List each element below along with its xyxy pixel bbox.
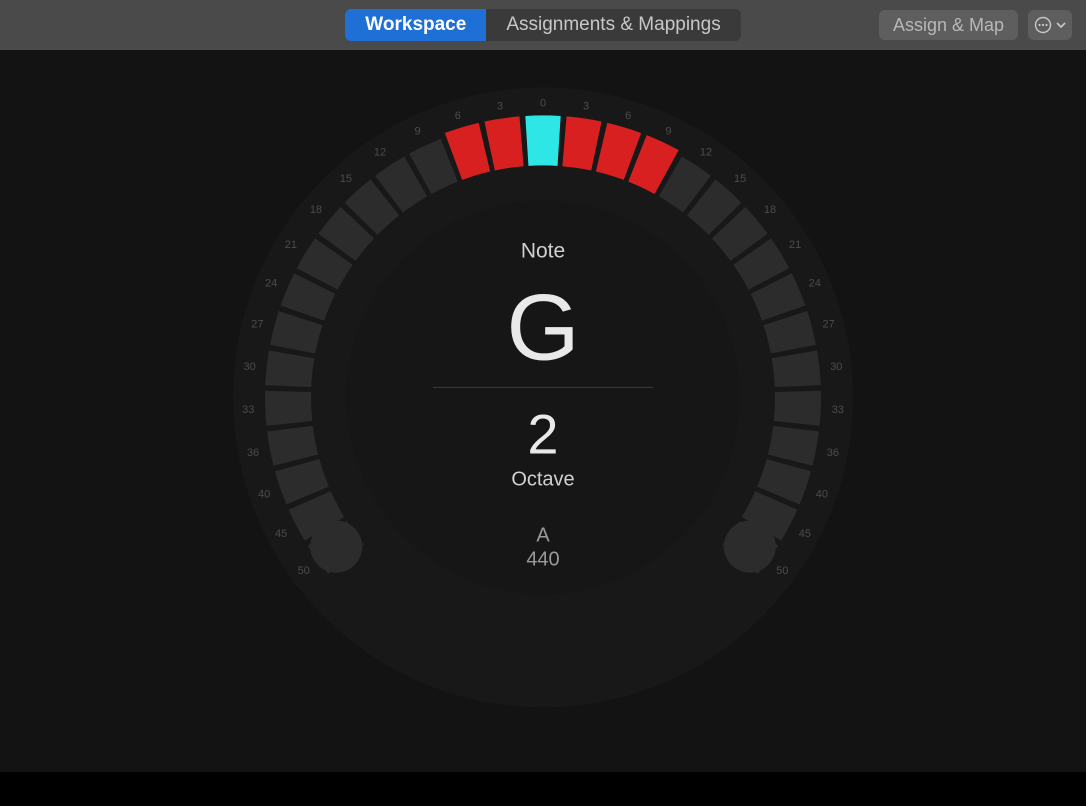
tuner-tick-label: 45 [275,528,287,540]
tuner-tick-label: 45 [799,528,811,540]
tuner-tick-label: 50 [776,565,788,577]
tuner-end-knob-right [724,521,776,573]
tuner-tick-label: 9 [415,125,421,137]
tab-assignments-mappings[interactable]: Assignments & Mappings [486,9,740,41]
tuner-tick-label: 21 [285,239,297,251]
tuner-tick-label: 6 [455,110,461,122]
tuner-tick-label: 18 [764,204,776,216]
tuner-tick-label: 18 [310,204,322,216]
note-label: Note [521,239,565,262]
tuner-tick-label: 9 [665,125,671,137]
tuner-gauge[interactable]: 5045403633302724211815129630369121518212… [203,57,883,737]
tuner-tick-label: 15 [340,173,352,185]
more-options-button[interactable] [1028,10,1072,40]
tuner-tick-label: 21 [789,239,801,251]
tuner-tick-label: 27 [822,318,834,330]
tuner-indicator-center [525,115,560,165]
tuner-tick-label: 40 [258,489,270,501]
reference-note: A [536,524,550,546]
tuner-tick-label: 36 [247,447,259,459]
tuner-tick-label: 50 [298,565,310,577]
tuner-tick-label: 36 [827,447,839,459]
tuner-tick-label: 33 [832,404,844,416]
tuner-tick-label: 12 [700,147,712,159]
toolbar: Workspace Assignments & Mappings Assign … [0,0,1086,50]
reference-freq: 440 [526,548,559,570]
workspace-stage: 5045403633302724211815129630369121518212… [0,50,1086,772]
toolbar-right: Assign & Map [879,10,1072,40]
tab-workspace[interactable]: Workspace [345,9,486,41]
tuner-tick-segment [774,391,821,426]
assign-map-button[interactable]: Assign & Map [879,10,1018,40]
octave-label: Octave [511,468,574,490]
octave-value: 2 [527,402,558,465]
tuner-tick-segment [265,391,312,426]
tuner-tick-label: 24 [809,278,821,290]
tuner-end-knob-left [310,521,362,573]
ellipsis-circle-icon [1034,16,1052,34]
tuner-tick-label: 3 [583,101,589,113]
tuner-tick-label: 24 [265,278,277,290]
tuner-tick-label: 30 [244,361,256,373]
view-segmented-control: Workspace Assignments & Mappings [345,9,740,41]
tuner-tick-label: 15 [734,173,746,185]
tuner-tick-label: 33 [242,404,254,416]
bottom-band [0,772,1086,806]
tuner-tick-label: 27 [251,318,263,330]
chevron-down-icon [1056,21,1066,29]
tuner-tick-label: 30 [830,361,842,373]
tuner-tick-label: 12 [374,147,386,159]
tuner-tick-label: 40 [816,489,828,501]
note-value: G [506,274,579,379]
tuner-tick-label: 3 [497,101,503,113]
tuner-tick-label: 0 [540,97,546,109]
tuner-tick-label: 6 [625,110,631,122]
